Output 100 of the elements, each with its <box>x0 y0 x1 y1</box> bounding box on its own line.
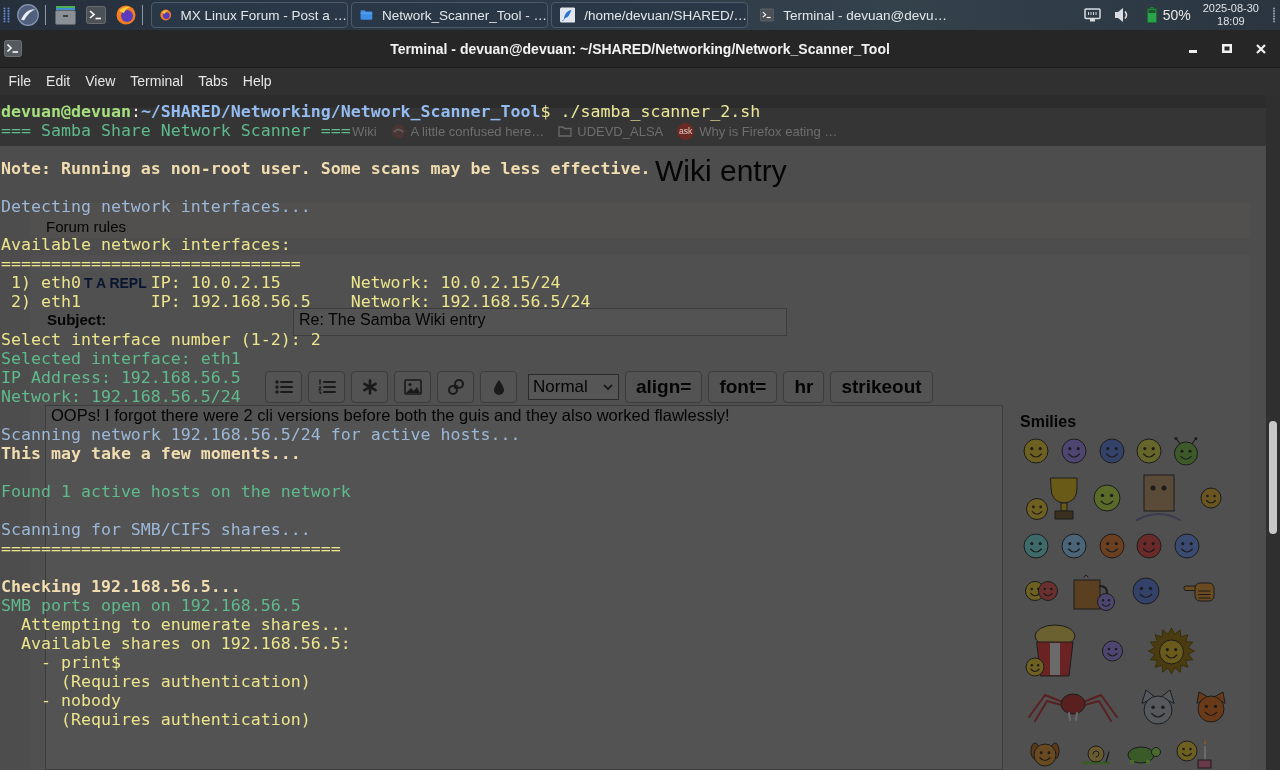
caret-icon <box>603 384 613 390</box>
folder-icon <box>558 125 573 137</box>
clock-time: 18:09 <box>1217 15 1245 28</box>
antenna-smiley-icon[interactable] <box>1172 436 1200 466</box>
interface-number: 1) <box>11 273 31 292</box>
battery-icon[interactable] <box>1146 7 1157 23</box>
task-button[interactable]: Terminal - devuan@devu… <box>751 2 948 28</box>
terminal-line: === Samba Share Network Scanner === <box>1 121 351 140</box>
task-button[interactable]: /home/devuan/SHARED/… <box>551 2 748 28</box>
smiley-icon[interactable] <box>1093 484 1121 512</box>
terminal-line: ============================== <box>1 254 301 273</box>
image-button[interactable] <box>394 371 431 403</box>
terminal-line: Scanning network 192.168.56.5/24 for active hosts... <box>1 425 521 444</box>
paper-bag-icon[interactable] <box>1135 474 1182 522</box>
terminal-line: This may take a few moments... <box>1 444 301 463</box>
terminal-icon <box>4 40 22 57</box>
menu-item[interactable]: Terminal <box>122 68 191 95</box>
drawer-icon[interactable] <box>55 5 76 25</box>
pointing-hand-icon[interactable] <box>1183 580 1215 602</box>
smiley-icon[interactable] <box>1099 533 1125 559</box>
task-button[interactable]: MX Linux Forum - Post a … <box>151 2 348 28</box>
turtle-icon[interactable] <box>1126 743 1161 765</box>
smiley-icon[interactable] <box>1099 438 1125 464</box>
interface-ip: IP: 10.0.2.15 <box>150 273 281 292</box>
interface-ip: IP: 192.168.56.5 <box>150 292 311 311</box>
smiley-icon[interactable] <box>1061 438 1087 464</box>
battery-percent: 50% <box>1162 7 1191 23</box>
smiley-icon[interactable] <box>1023 438 1049 464</box>
task-button[interactable]: Network_Scanner_Tool - … <box>351 2 548 28</box>
terminal-line: Note: Running as non-root user. Some scans may be less effective. <box>1 159 651 178</box>
terminal-line: (Requires authentication) <box>60 710 311 729</box>
terminal-line: Available shares on 192.168.56.5: <box>20 634 351 653</box>
swirl-logo-icon[interactable] <box>17 4 39 26</box>
smilies-title: Smilies <box>1020 412 1077 432</box>
smiley-icon[interactable] <box>1200 487 1222 509</box>
terminal-line: Detecting network interfaces... <box>1 197 311 216</box>
globe-icon[interactable] <box>116 5 136 25</box>
speaker-icon[interactable] <box>1113 7 1130 23</box>
bullet-list-icon <box>274 380 293 394</box>
snail-icon[interactable] <box>1081 743 1111 765</box>
smiley-icon[interactable] <box>1099 639 1126 662</box>
grip-icon[interactable] <box>3 7 10 23</box>
terminal-line: SMB ports open on 192.168.56.5 <box>1 596 301 615</box>
terminal-line: Selected interface: eth1 <box>1 349 241 368</box>
smiley-icon[interactable] <box>1136 533 1162 559</box>
clock-date: 2025-08-30 <box>1202 2 1259 15</box>
drop-button[interactable] <box>480 371 517 403</box>
feather-icon <box>560 5 576 25</box>
asterisk-icon <box>361 379 378 395</box>
terminal-line: - nobody <box>40 691 121 710</box>
interface-name: eth0 <box>40 273 81 292</box>
fox-icon[interactable] <box>1194 691 1228 723</box>
interface-number: 2) <box>11 292 31 311</box>
menu-item[interactable]: Edit <box>38 68 78 95</box>
trophy-smiley-icon[interactable] <box>1025 475 1081 521</box>
smiley-icon[interactable] <box>1131 577 1161 605</box>
terminal-line: - print$ <box>40 653 121 672</box>
subject-label: Subject: <box>47 311 107 328</box>
minimize-icon <box>1189 50 1197 53</box>
terminal-line: Attempting to enumerate shares... <box>20 615 351 634</box>
menu-item[interactable]: Help <box>235 68 280 95</box>
interface-network: Network: 10.0.2.15/24 <box>350 273 561 292</box>
terminal-icon <box>760 6 775 24</box>
maximize-icon <box>1222 44 1232 53</box>
link-icon <box>446 378 465 396</box>
image-icon <box>403 379 422 395</box>
terminal-line: Found 1 active hosts on the network <box>1 482 351 501</box>
site-logo: ask <box>677 122 695 140</box>
two-smileys-icon[interactable] <box>1025 579 1058 603</box>
terminal-line: IP Address: 192.168.56.5 <box>1 368 241 387</box>
smiley-candle-icon[interactable] <box>1176 739 1212 769</box>
smiley-icon[interactable] <box>1023 533 1049 559</box>
interface-network: Network: 192.168.56.5/24 <box>350 292 591 311</box>
smiley-icon[interactable] <box>1174 533 1200 559</box>
terminal-line: Scanning for SMB/CIFS shares... <box>1 520 311 539</box>
page-heading: Wiki entry <box>655 154 787 188</box>
link-button[interactable] <box>437 371 474 403</box>
menu-item[interactable]: Tabs <box>190 68 236 95</box>
terminal-icon[interactable] <box>86 6 106 24</box>
reply-title: T A REPL <box>84 274 147 292</box>
spider-icon[interactable] <box>1025 691 1121 723</box>
scrollbar-thumb[interactable] <box>1269 421 1277 534</box>
smiley-icon[interactable] <box>1136 438 1162 464</box>
asterisk-button[interactable] <box>351 371 388 403</box>
grip-icon[interactable] <box>1272 7 1276 23</box>
smiley-icon[interactable] <box>1061 533 1087 559</box>
terminal-line: Checking 192.168.56.5... <box>1 577 241 596</box>
menu-item[interactable]: View <box>77 68 123 95</box>
message-text: OOPs! I forgot there were 2 cli versions before both the guis and they also worked flawlessly! <box>51 406 730 425</box>
network-icon[interactable] <box>1083 8 1101 22</box>
bullet-list-button[interactable] <box>265 371 302 403</box>
close-icon <box>1256 43 1266 54</box>
terminal-line: Network: 192.168.56.5/24 <box>1 387 241 406</box>
terminal-line: Available network interfaces: <box>1 235 291 254</box>
terminal-line: (Requires authentication) <box>60 672 311 691</box>
scrollbar[interactable] <box>1266 95 1280 770</box>
numbered-list-button[interactable] <box>308 371 345 403</box>
interface-name: eth1 <box>40 292 81 311</box>
circle-icon <box>390 123 406 139</box>
menu-item[interactable]: File <box>1 68 39 95</box>
